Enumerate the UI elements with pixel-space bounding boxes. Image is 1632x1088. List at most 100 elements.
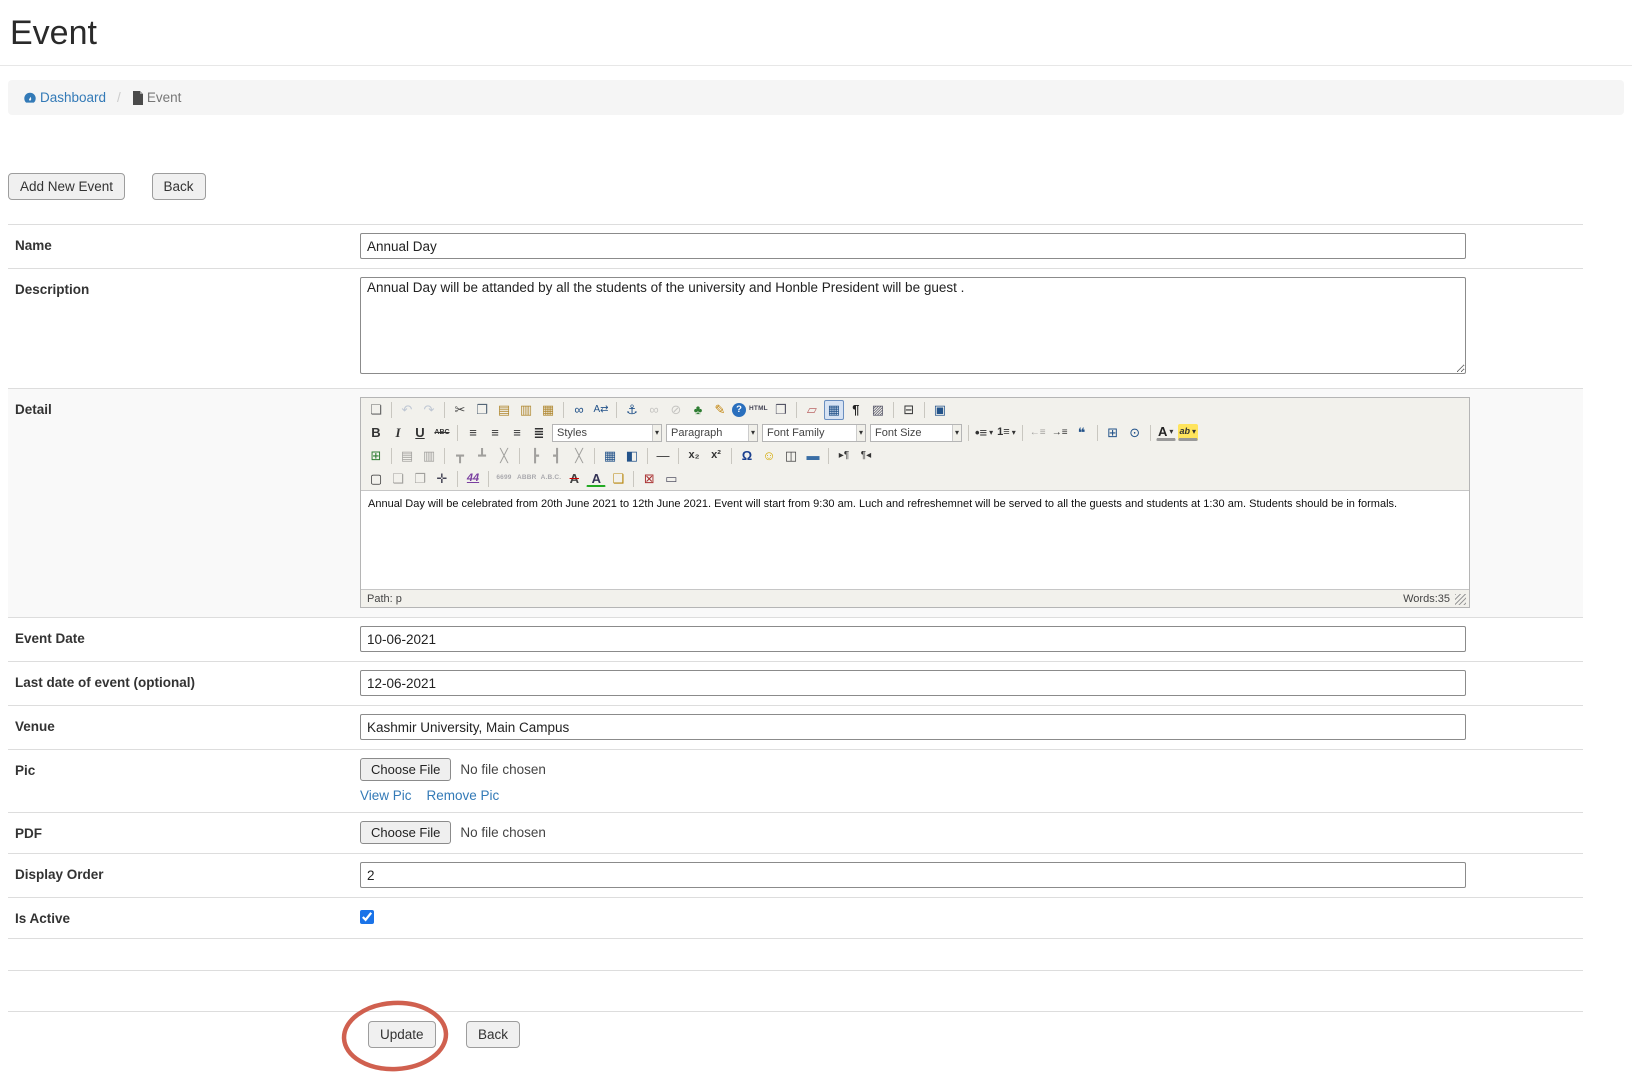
image-icon[interactable]: ♣ bbox=[688, 400, 708, 420]
charmap-icon[interactable]: Ω bbox=[737, 446, 757, 466]
update-button[interactable]: Update bbox=[368, 1021, 436, 1048]
align-justify-icon[interactable]: ≣ bbox=[529, 423, 549, 443]
style-props-icon[interactable]: 44 bbox=[463, 469, 483, 489]
paste-as-text-icon[interactable]: ▥ bbox=[516, 400, 536, 420]
table-edit-icon[interactable]: ⊞ bbox=[366, 446, 386, 466]
editor-content[interactable]: Annual Day will be celebrated from 20th … bbox=[361, 490, 1469, 590]
paste-from-word-icon[interactable]: ▦ bbox=[538, 400, 558, 420]
paragraph-select[interactable]: Paragraph▾ bbox=[666, 424, 758, 442]
link-icon[interactable]: ∞ bbox=[644, 400, 664, 420]
is-active-checkbox[interactable] bbox=[360, 910, 374, 924]
merge-cells-icon[interactable]: ◧ bbox=[622, 446, 642, 466]
rtl-icon[interactable]: ¶◂ bbox=[856, 446, 876, 466]
description-textarea[interactable]: Annual Day will be attanded by all the s… bbox=[360, 277, 1466, 374]
split-cells-icon[interactable]: ▦ bbox=[600, 446, 620, 466]
find-icon[interactable]: ∞ bbox=[569, 400, 589, 420]
abbreviation-icon[interactable]: ABBR bbox=[516, 469, 538, 489]
name-input[interactable] bbox=[360, 233, 1466, 259]
text-color-icon[interactable]: A▾ bbox=[1156, 424, 1176, 441]
nonbreaking-icon[interactable]: ⊠ bbox=[639, 469, 659, 489]
pdf-choose-file-button[interactable]: Choose File bbox=[360, 821, 451, 844]
highlight-color-icon[interactable]: ab▾ bbox=[1178, 424, 1198, 441]
venue-input[interactable] bbox=[360, 714, 1466, 740]
delete-row-icon[interactable]: ╳ bbox=[494, 446, 514, 466]
print-icon[interactable]: ⊟ bbox=[899, 400, 919, 420]
page: Event Dashboard / Event Add New Event Ba… bbox=[0, 14, 1632, 1088]
bold-icon[interactable]: B bbox=[366, 423, 386, 443]
redo-icon[interactable]: ↷ bbox=[419, 400, 439, 420]
move-forward-icon[interactable]: ❏ bbox=[388, 469, 408, 489]
acronym-icon[interactable]: A.B.C. bbox=[540, 469, 563, 489]
last-date-input[interactable] bbox=[360, 670, 1466, 696]
back-button-top[interactable]: Back bbox=[152, 173, 206, 200]
event-date-input[interactable] bbox=[360, 626, 1466, 652]
ltr-icon[interactable]: ▸¶ bbox=[834, 446, 854, 466]
find-replace-icon[interactable]: A⇄ bbox=[591, 400, 611, 420]
insert-col-before-icon[interactable]: ┣ bbox=[525, 446, 545, 466]
new-document-icon[interactable]: ❏ bbox=[366, 400, 386, 420]
numbered-list-icon[interactable]: 1≡▾ bbox=[996, 423, 1017, 443]
back-button-bottom[interactable]: Back bbox=[466, 1021, 520, 1048]
outdent-icon[interactable]: ←≡ bbox=[1028, 423, 1048, 443]
italic-icon[interactable]: I bbox=[388, 423, 408, 443]
cleanup-icon[interactable]: ✎ bbox=[710, 400, 730, 420]
add-new-event-button[interactable]: Add New Event bbox=[8, 173, 125, 200]
strikethrough-icon[interactable]: ABC bbox=[432, 423, 452, 443]
editor-resize-grip[interactable] bbox=[1455, 594, 1466, 605]
page-preview-icon[interactable]: ▨ bbox=[868, 400, 888, 420]
remove-pic-link[interactable]: Remove Pic bbox=[427, 788, 500, 803]
horizontal-rule-icon[interactable]: — bbox=[653, 446, 673, 466]
advanced-hr-icon[interactable]: ▬ bbox=[803, 446, 823, 466]
toolbar-separator bbox=[731, 448, 732, 464]
breadcrumb-dashboard-link[interactable]: Dashboard bbox=[23, 90, 106, 105]
insert-row-after-icon[interactable]: ┻ bbox=[472, 446, 492, 466]
indent-icon[interactable]: →≡ bbox=[1050, 423, 1070, 443]
insert-row-before-icon[interactable]: ┳ bbox=[450, 446, 470, 466]
undo-icon[interactable]: ↶ bbox=[397, 400, 417, 420]
paste-icon[interactable]: ▤ bbox=[494, 400, 514, 420]
row-properties-icon[interactable]: ▤ bbox=[397, 446, 417, 466]
preview-doc-icon[interactable]: ❒ bbox=[771, 400, 791, 420]
fullscreen-icon[interactable]: ▣ bbox=[930, 400, 950, 420]
styles-select[interactable]: Styles▾ bbox=[552, 424, 662, 442]
insertion-icon[interactable]: A bbox=[586, 470, 606, 487]
align-left-icon[interactable]: ≡ bbox=[463, 423, 483, 443]
insert-time-icon[interactable]: ⊙ bbox=[1125, 423, 1145, 443]
insert-date-icon[interactable]: ⊞ bbox=[1103, 423, 1123, 443]
media-icon[interactable]: ◫ bbox=[781, 446, 801, 466]
bullet-list-icon[interactable]: •≡▾ bbox=[974, 423, 994, 443]
subscript-icon[interactable]: x₂ bbox=[684, 446, 704, 466]
align-right-icon[interactable]: ≡ bbox=[507, 423, 527, 443]
show-blocks-icon[interactable]: ¶ bbox=[846, 400, 866, 420]
pagebreak-icon[interactable]: ▭ bbox=[661, 469, 681, 489]
remove-format-icon[interactable]: ▱ bbox=[802, 400, 822, 420]
help-icon[interactable]: ? bbox=[732, 403, 746, 417]
visual-aid-icon[interactable]: ▦ bbox=[824, 400, 844, 420]
cut-icon[interactable]: ✂ bbox=[450, 400, 470, 420]
blockquote-icon[interactable]: ❝ bbox=[1072, 423, 1092, 443]
attributes-icon[interactable]: ❑ bbox=[608, 469, 628, 489]
superscript-icon[interactable]: x² bbox=[706, 446, 726, 466]
view-pic-link[interactable]: View Pic bbox=[360, 788, 412, 803]
font-size-select[interactable]: Font Size▾ bbox=[870, 424, 962, 442]
copy-icon[interactable]: ❐ bbox=[472, 400, 492, 420]
absolute-position-icon[interactable]: ✛ bbox=[432, 469, 452, 489]
insert-layer-icon[interactable]: ▢ bbox=[366, 469, 386, 489]
underline-icon[interactable]: U bbox=[410, 423, 430, 443]
deletion-icon[interactable]: A bbox=[564, 469, 584, 489]
align-center-icon[interactable]: ≡ bbox=[485, 423, 505, 443]
insert-col-after-icon[interactable]: ┫ bbox=[547, 446, 567, 466]
font-family-select[interactable]: Font Family▾ bbox=[762, 424, 866, 442]
html-source-icon[interactable]: HTML bbox=[748, 400, 769, 420]
pic-choose-file-button[interactable]: Choose File bbox=[360, 758, 451, 781]
move-backward-icon[interactable]: ❐ bbox=[410, 469, 430, 489]
pic-no-file-text: No file chosen bbox=[460, 762, 546, 777]
delete-col-icon[interactable]: ╳ bbox=[569, 446, 589, 466]
anchor-icon[interactable]: ⚓ bbox=[622, 400, 642, 420]
cite-icon[interactable]: 6699 bbox=[494, 469, 514, 489]
cell-properties-icon[interactable]: ▥ bbox=[419, 446, 439, 466]
emoticons-icon[interactable]: ☺ bbox=[759, 446, 779, 466]
display-order-input[interactable] bbox=[360, 862, 1466, 888]
unlink-icon[interactable]: ⊘ bbox=[666, 400, 686, 420]
form-footer: Update Back bbox=[8, 1011, 1583, 1088]
